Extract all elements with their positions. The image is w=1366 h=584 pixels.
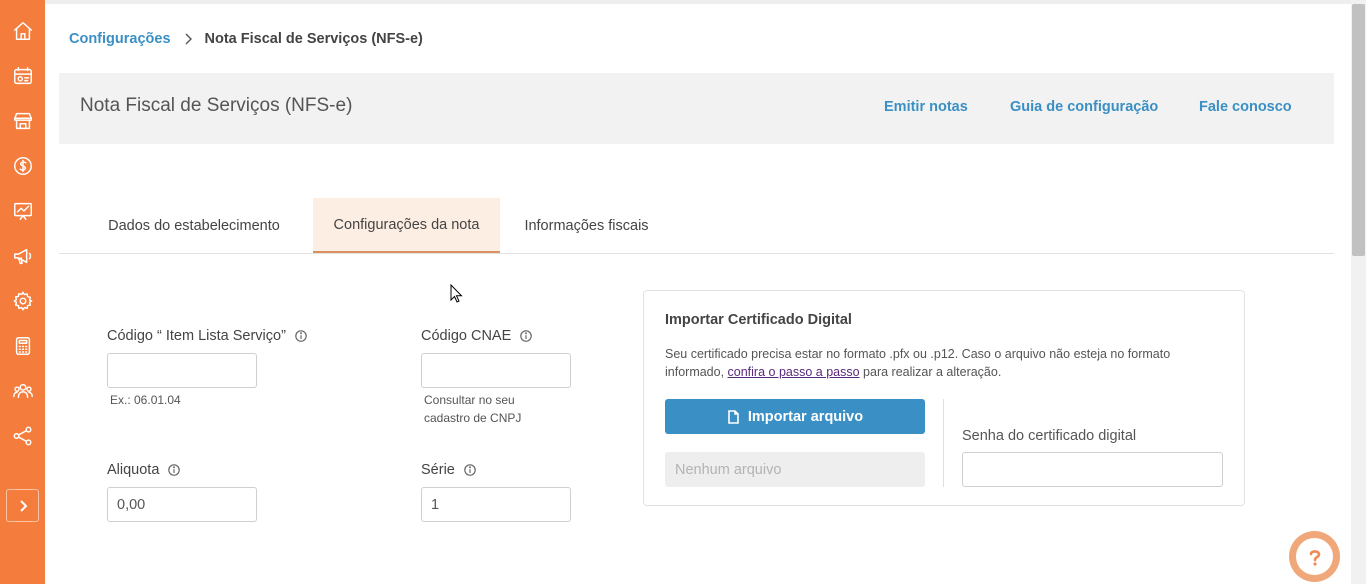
chart-icon[interactable] [9,197,36,224]
item-code-hint: Ex.: 06.01.04 [110,393,181,407]
mouse-cursor [450,284,463,303]
users-icon[interactable] [9,377,36,404]
tab-fiscal-info[interactable]: Informações fiscais [515,198,658,253]
import-file-button[interactable]: Importar arquivo [665,399,925,434]
dashboard-icon[interactable] [9,62,36,89]
breadcrumb-link-settings[interactable]: Configurações [69,31,171,47]
rate-label: Aliquota [107,462,181,478]
series-input[interactable] [421,487,571,522]
item-code-label: Código “ Item Lista Serviço” [107,328,307,344]
emit-notes-link[interactable]: Emitir notas [884,99,968,115]
info-icon[interactable] [168,464,181,476]
home-icon[interactable] [9,17,36,44]
certificate-description: Seu certificado precisa estar no formato… [665,345,1225,381]
cnae-label-text: Código CNAE [421,328,512,344]
top-divider [45,0,1351,4]
info-icon[interactable] [464,464,476,476]
megaphone-icon[interactable] [9,242,36,269]
step-by-step-link[interactable]: confira o passo a passo [728,365,860,379]
series-label: Série [421,462,476,478]
certificate-password-label: Senha do certificado digital [962,428,1137,444]
cnae-input[interactable] [421,353,571,388]
tab-bar: Dados do estabelecimento Configurações d… [59,198,1334,254]
gear-icon[interactable] [9,287,36,314]
certificate-desc-text-end: para realizar a alteração. [859,365,1002,379]
sidebar [0,0,45,584]
series-label-text: Série [421,462,455,478]
help-button[interactable] [1289,531,1340,582]
tab-establishment[interactable]: Dados do estabelecimento [99,198,289,253]
question-icon [1309,549,1320,566]
certificate-password-input[interactable] [962,452,1223,487]
info-icon[interactable] [520,330,533,342]
dollar-icon[interactable] [9,152,36,179]
breadcrumb: Configurações Nota Fiscal de Serviços (N… [69,30,423,48]
config-guide-link[interactable]: Guia de configuração [1010,99,1158,115]
certificate-title: Importar Certificado Digital [665,312,852,328]
info-icon[interactable] [295,330,307,342]
share-icon[interactable] [9,422,36,449]
page-header: Nota Fiscal de Serviços (NFS-e) Emitir n… [59,73,1334,144]
page-title: Nota Fiscal de Serviços (NFS-e) [80,95,353,116]
item-code-input[interactable] [107,353,257,388]
certificate-card: Importar Certificado Digital Seu certifi… [643,290,1245,506]
chevron-right-icon [19,499,27,512]
rate-label-text: Aliquota [107,462,160,478]
scrollbar-thumb[interactable] [1352,4,1365,256]
import-file-label: Importar arquivo [747,408,864,425]
cnae-hint: Consultar no seu cadastro de CNPJ [424,391,521,427]
contact-link[interactable]: Fale conosco [1199,99,1292,115]
breadcrumb-current: Nota Fiscal de Serviços (NFS-e) [204,31,423,47]
cnae-label: Código CNAE [421,328,533,344]
expand-sidebar-button[interactable] [6,489,39,522]
cnae-hint-line1: Consultar no seu [424,393,515,407]
file-icon [728,409,739,424]
store-icon[interactable] [9,107,36,134]
item-code-label-text: Código “ Item Lista Serviço” [107,328,286,344]
rate-input[interactable] [107,487,257,522]
calculator-icon[interactable] [9,332,36,359]
certificate-divider [943,399,944,487]
chevron-right-icon [183,32,193,46]
tab-note-settings[interactable]: Configurações da nota [313,198,500,253]
cnae-hint-line2: cadastro de CNPJ [424,411,522,425]
selected-file-display: Nenhum arquivo [665,452,925,487]
help-button-inner [1296,538,1333,575]
